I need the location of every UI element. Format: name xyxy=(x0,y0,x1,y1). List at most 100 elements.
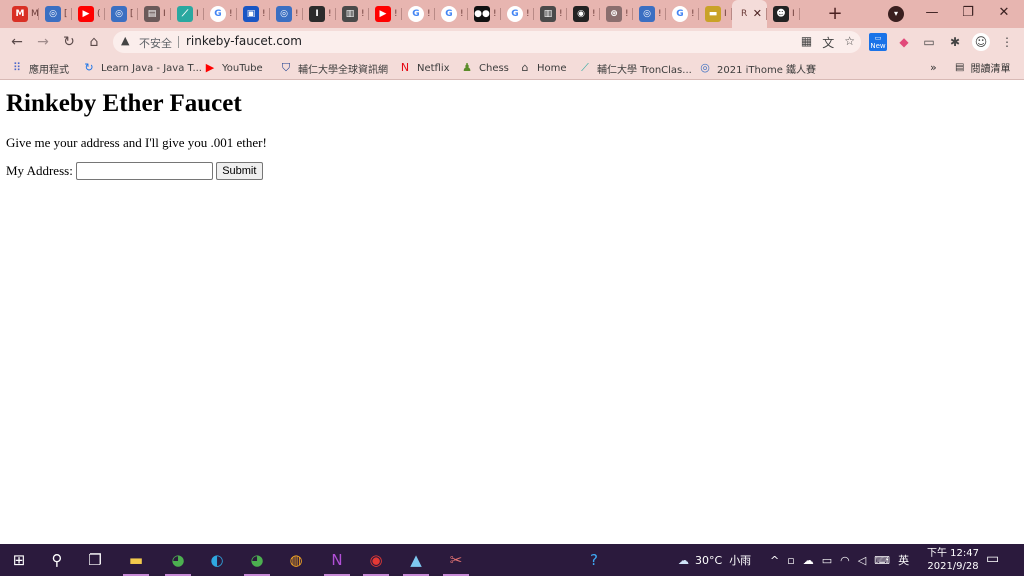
browser-tab[interactable]: ▶( xyxy=(72,0,105,28)
show-hidden-icons-chevron-icon[interactable]: ^ xyxy=(770,554,779,567)
address-input[interactable] xyxy=(75,162,213,180)
reload-button[interactable]: ↻ xyxy=(60,33,78,51)
volume-icon[interactable]: ◁ xyxy=(858,554,866,567)
new-tab-button[interactable]: + xyxy=(826,4,844,24)
bookmark-item[interactable]: N Netflix xyxy=(398,60,450,76)
browser-tab-active[interactable]: R ✕ xyxy=(732,0,767,28)
tronclass-icon: ⟋ xyxy=(581,61,589,74)
reader-icon: ▥ xyxy=(342,6,358,22)
bookmark-item[interactable]: ↻ Learn Java - Java T... xyxy=(82,60,202,76)
browser-tab[interactable]: MM xyxy=(6,0,39,28)
bookmark-star-icon[interactable]: ☆ xyxy=(844,34,855,51)
browser-tab[interactable]: ●●! xyxy=(468,0,501,28)
tab-search-icon[interactable]: ▾ xyxy=(888,6,904,22)
bookmark-item[interactable]: ◎ 2021 iThome 鐵人賽 xyxy=(698,60,816,76)
translate-icon[interactable]: 文 xyxy=(822,34,834,51)
help-icon[interactable]: ? xyxy=(575,544,613,576)
browser-tab[interactable]: ◎[ xyxy=(39,0,72,28)
browser-tab[interactable]: G! xyxy=(204,0,237,28)
bookmark-item[interactable]: ▶ YouTube xyxy=(203,60,263,76)
browser-tab[interactable]: I! xyxy=(303,0,336,28)
snipping-tool-icon[interactable]: ✂ xyxy=(437,544,475,576)
browser-tab[interactable]: G! xyxy=(402,0,435,28)
vpn-shield-icon[interactable]: ◍ xyxy=(277,544,315,576)
browser-tab[interactable]: G! xyxy=(435,0,468,28)
minimize-button[interactable]: — xyxy=(914,0,950,28)
bookmark-item[interactable]: ⛉ 輔仁大學全球資訊網 xyxy=(279,60,388,76)
browser-tab[interactable]: ⟋ I xyxy=(171,0,204,28)
browser-tab[interactable]: ▥! xyxy=(534,0,567,28)
ime-indicator[interactable]: 英 xyxy=(898,552,909,568)
bookmark-label: 2021 iThome 鐵人賽 xyxy=(717,64,817,76)
browser-tab[interactable]: ▶! xyxy=(369,0,402,28)
browser-tab[interactable]: ▤ I xyxy=(138,0,171,28)
close-tab-icon[interactable]: ✕ xyxy=(753,7,762,20)
notification-center-icon[interactable]: ▭ xyxy=(986,551,999,567)
cast-icon[interactable]: ▭ xyxy=(920,33,938,51)
back-button[interactable]: ← xyxy=(8,33,26,51)
tab-title: I xyxy=(792,9,795,19)
weather-description: 小雨 xyxy=(729,554,752,567)
bookmark-item[interactable]: ⠿ 應用程式 xyxy=(10,60,69,76)
apps-grid-icon: ⠿ xyxy=(12,61,22,74)
new-extension-icon[interactable]: ▭ New xyxy=(869,33,887,51)
bookmark-item[interactable]: ⌂ Home xyxy=(518,60,567,76)
google-icon: G xyxy=(507,6,523,22)
browser-tab[interactable]: ▬ I xyxy=(699,0,732,28)
site-icon: ◎ xyxy=(639,6,655,22)
ithome-icon: I xyxy=(309,6,325,22)
qr-code-icon[interactable]: ▦ xyxy=(801,34,812,51)
extensions-puzzle-icon[interactable]: ✱ xyxy=(946,33,964,51)
weather-widget[interactable]: ☁ 30°C 小雨 xyxy=(678,544,751,576)
submit-button[interactable]: Submit xyxy=(215,162,263,180)
browser-tab[interactable]: ⊛! xyxy=(600,0,633,28)
browser-tab[interactable]: ◎! xyxy=(270,0,303,28)
search-icon[interactable]: ⚲ xyxy=(38,544,76,576)
file-explorer-icon[interactable]: ▬ xyxy=(117,544,155,576)
chrome-profile-icon[interactable]: ◕ xyxy=(238,544,276,576)
close-window-button[interactable]: ✕ xyxy=(986,0,1022,28)
bookmarks-bar: » ▤ 閱讀清單 ⠿ 應用程式 ↻ Learn Java - Java T... ▶ Yo… xyxy=(0,56,1024,80)
browser-tab[interactable]: ▣! xyxy=(237,0,270,28)
page-title: Rinkeby Ether Faucet xyxy=(6,90,242,117)
netflix-icon: N xyxy=(400,61,410,74)
wifi-icon[interactable]: ◠ xyxy=(840,554,850,567)
tab-title: R xyxy=(741,9,748,19)
warning-icon[interactable]: ▲ xyxy=(121,34,129,47)
photos-icon[interactable]: ▲ xyxy=(397,544,435,576)
home-button[interactable]: ⌂ xyxy=(85,33,103,51)
browser-tab[interactable]: G! xyxy=(501,0,534,28)
keyboard-icon[interactable]: ⌨ xyxy=(874,554,890,567)
forward-button[interactable]: → xyxy=(34,33,52,51)
browser-tab[interactable]: ▥! xyxy=(336,0,369,28)
meet-now-icon[interactable]: ▫ xyxy=(787,554,794,567)
reading-list-button[interactable]: ▤ 閱讀清單 xyxy=(955,60,1010,75)
onedrive-cloud-icon[interactable]: ☁ xyxy=(803,554,814,567)
chrome-icon[interactable]: ◕ xyxy=(159,544,197,576)
not-secure-label[interactable]: 不安全 xyxy=(139,35,172,51)
browser-tab[interactable]: ☻ I xyxy=(767,0,800,28)
onenote-icon[interactable]: N xyxy=(318,544,356,576)
clock[interactable]: 下午 12:47 2021/9/28 xyxy=(926,547,980,573)
restore-button[interactable]: ❐ xyxy=(950,0,986,28)
bookmark-item[interactable]: ♟ Chess xyxy=(460,60,509,76)
start-windows-icon[interactable]: ⊞ xyxy=(0,544,38,576)
security-app-icon[interactable]: ◉ xyxy=(357,544,395,576)
site-icon: ◎ xyxy=(276,6,292,22)
browser-tab[interactable]: G! xyxy=(666,0,699,28)
task-view-icon[interactable]: ❐ xyxy=(76,544,114,576)
seal-icon: ⊛ xyxy=(606,6,622,22)
battery-icon[interactable]: ▭ xyxy=(822,554,832,567)
browser-tab[interactable]: ◎[ xyxy=(105,0,138,28)
menu-kebab-icon[interactable]: ⋮ xyxy=(998,33,1016,51)
browser-tab[interactable]: ◉! xyxy=(567,0,600,28)
url-text[interactable]: rinkeby-faucet.com xyxy=(186,34,302,48)
ithome-icon: ◎ xyxy=(700,61,710,74)
edge-icon[interactable]: ◐ xyxy=(198,544,236,576)
colorful-extension-icon[interactable]: ◆ xyxy=(895,33,913,51)
more-bookmarks-chevron-icon[interactable]: » xyxy=(930,61,937,74)
bookmark-item[interactable]: ⟋ 輔仁大學 TronClas... xyxy=(578,60,692,76)
address-bar[interactable]: ▲ 不安全 rinkeby-faucet.com ▦ 文 ☆ xyxy=(113,31,861,53)
browser-tab[interactable]: ◎! xyxy=(633,0,666,28)
profile-avatar-icon[interactable]: ☺ xyxy=(972,33,990,51)
